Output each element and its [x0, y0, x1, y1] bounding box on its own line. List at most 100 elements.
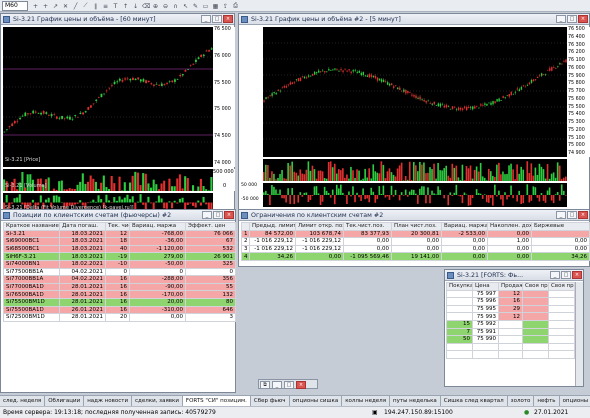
volume-pane[interactable] [263, 159, 567, 181]
close-button[interactable]: × [224, 211, 234, 219]
column-header[interactable]: План чист.поз. [391, 222, 442, 231]
workspace-tab[interactable]: Сбер фьюч [251, 396, 290, 406]
close-button[interactable]: × [578, 15, 588, 23]
arrow-down-icon[interactable]: ↓ [132, 3, 139, 10]
column-header[interactable]: Покупка [446, 282, 473, 291]
print-icon[interactable]: ⎙ [232, 2, 239, 10]
plus-icon[interactable]: + [42, 3, 49, 10]
table-row[interactable]: SiH6F-3.21 18.03.2021 -19 279,00 26 901 [3, 252, 236, 261]
orderbook-row[interactable]: 75 996 16 [446, 297, 575, 306]
minimize-button[interactable]: _ [202, 211, 212, 219]
volume-pane[interactable]: Si-3.21 [Volume] [3, 169, 213, 191]
table-row[interactable]: Si69000BC1 18.03.2021 18 -36,00 67 [3, 237, 236, 246]
column-header[interactable] [241, 222, 250, 231]
column-header[interactable]: Накоплен. доход [487, 222, 532, 231]
pointer-icon[interactable]: ↖ [182, 3, 189, 10]
workspace-tab[interactable]: золото [508, 396, 535, 406]
column-header[interactable]: Биржевые [531, 222, 590, 231]
price-pane[interactable]: Si-3.21 [Price] [3, 27, 213, 167]
workspace-tab[interactable]: нефть [534, 396, 560, 406]
column-header[interactable]: Эффект. цен [185, 222, 236, 231]
channel-icon[interactable]: ∥ [92, 3, 99, 10]
table-row[interactable]: 2 -1 016 229,12 -1 016 229,12 0,00 0,00 0,00 1… [241, 237, 590, 246]
orderbook-row[interactable]: 15 75 992 [446, 319, 575, 329]
column-header[interactable]: Своя пр [548, 282, 575, 291]
zoom-in-icon[interactable]: ⊕ [152, 3, 159, 10]
orderbook-row[interactable]: 75 993 12 [446, 312, 575, 321]
shape-icon[interactable]: ▭ [202, 3, 209, 10]
column-header[interactable]: Тек.чист.поз. [343, 222, 392, 231]
close-button[interactable]: × [296, 381, 306, 389]
workspace-tab[interactable]: FORTS "СИ" позицим. [182, 396, 251, 406]
column-header[interactable]: Дата погаш. [59, 222, 106, 231]
maximize-button[interactable]: □ [212, 15, 222, 23]
arrow-icon[interactable]: ↗ [52, 3, 59, 10]
column-header[interactable]: Вариац. маржа [441, 222, 488, 231]
orderbook-row[interactable]: 50 75 990 [446, 335, 575, 344]
window-title[interactable]: Si-3.21 График цены и объёма #2 - [5 мин… [239, 14, 589, 25]
workspace-tab[interactable]: Сишка след квартал [441, 396, 508, 406]
table-row[interactable]: 1 84 572,00 103 678,74 83 377,93 20 300,81 -2… [241, 229, 590, 239]
magnet-icon[interactable]: ∩ [172, 3, 179, 10]
table-row[interactable]: Si-3.21 18.03.2021 12 -768,00 76 066 [3, 229, 236, 239]
column-header[interactable]: Тек. чист. [105, 222, 130, 231]
minimized-window[interactable]: ⧉ _ □ × [258, 379, 318, 389]
workspace-tab[interactable]: след. неделя [0, 396, 46, 406]
close-button[interactable]: × [578, 211, 588, 219]
minimize-button[interactable]: _ [272, 381, 282, 389]
close-button[interactable]: × [223, 15, 233, 23]
column-header[interactable]: Краткое название [3, 222, 60, 231]
minimize-button[interactable]: _ [556, 211, 566, 219]
table-row[interactable]: Si74000BN1 18.02.2021 -10 -50,00 325 [3, 259, 236, 269]
plus-icon[interactable]: + [32, 3, 39, 10]
table-row[interactable]: Si75500BM1D 28.01.2021 16 20,00 80 [3, 297, 236, 307]
maximize-button[interactable]: □ [213, 211, 223, 219]
close-button[interactable]: × [572, 271, 582, 279]
workspace-tab[interactable]: надж новости [84, 396, 133, 406]
cross-icon[interactable]: ✕ [62, 3, 69, 10]
table-row[interactable]: Si77500BB1A 04.02.2021 0 0 0 [3, 267, 236, 277]
minimize-button[interactable]: _ [556, 15, 566, 23]
table-row[interactable]: Si77000BB1A 04.02.2021 16 -288,00 356 [3, 275, 236, 284]
workspace-tab[interactable]: Облигации [45, 396, 85, 406]
maximize-button[interactable]: □ [567, 15, 577, 23]
minimize-button[interactable]: _ [201, 15, 211, 23]
arrow-up-icon[interactable]: ↑ [122, 3, 129, 10]
restore-icon[interactable]: ⧉ [260, 381, 270, 389]
column-header[interactable]: Продажа [498, 282, 523, 291]
orderbook-row[interactable]: 75 995 29 [446, 304, 575, 314]
text-icon[interactable]: T [112, 3, 119, 10]
column-header[interactable]: Цена [472, 282, 499, 291]
workspace-tab[interactable]: опционы сишка [290, 396, 343, 406]
ray-icon[interactable]: ⟋ [82, 2, 89, 10]
column-header[interactable]: Вариац. маржа [129, 222, 186, 231]
table-row[interactable]: Si72500BM1D 28.01.2021 20 0,00 3 [3, 313, 236, 322]
pencil-icon[interactable]: ✎ [192, 3, 199, 10]
interval-select[interactable]: M60 [2, 1, 28, 11]
maximize-button[interactable]: □ [561, 271, 571, 279]
column-header[interactable]: Своя пр [522, 282, 549, 291]
indicator-pane[interactable] [263, 183, 567, 207]
eraser-icon[interactable]: ⌫ [142, 3, 150, 10]
export-icon[interactable]: ⇪ [222, 3, 229, 10]
maximize-button[interactable]: □ [284, 381, 294, 389]
workspace-tab[interactable]: путы неделька [390, 396, 441, 406]
grid-icon[interactable]: ▦ [212, 3, 219, 10]
orderbook-row[interactable]: 75 997 12 [446, 289, 575, 299]
table-row[interactable]: Si76500BA1D 28.01.2021 16 -170,00 132 [3, 290, 236, 299]
table-row[interactable]: 3 -1 016 229,12 -1 016 229,12 0,00 0,00 0,00 0… [241, 244, 590, 254]
fibo-icon[interactable]: ≡ [102, 3, 109, 10]
workspace-tab[interactable]: коллы неделя [342, 396, 391, 406]
workspace-tab[interactable]: опционы ртс [560, 396, 590, 406]
workspace-tab[interactable]: сделки, заявки [132, 396, 183, 406]
orderbook-scrollbar[interactable] [575, 282, 583, 386]
column-header[interactable]: Предыд. лимит [249, 222, 296, 231]
orderbook-row[interactable] [446, 342, 575, 352]
zoom-out-icon[interactable]: ⊖ [162, 3, 169, 10]
table-row[interactable]: Si77000BA1D 28.01.2021 16 -90,00 55 [3, 282, 236, 292]
orderbook-row[interactable]: 7 75 991 [446, 327, 575, 337]
minimize-button[interactable]: _ [550, 271, 560, 279]
orderbook-row[interactable] [446, 350, 575, 359]
maximize-button[interactable]: □ [567, 211, 577, 219]
table-row[interactable]: Si75500BA1D 26.01.2021 16 -310,00 646 [3, 305, 236, 315]
